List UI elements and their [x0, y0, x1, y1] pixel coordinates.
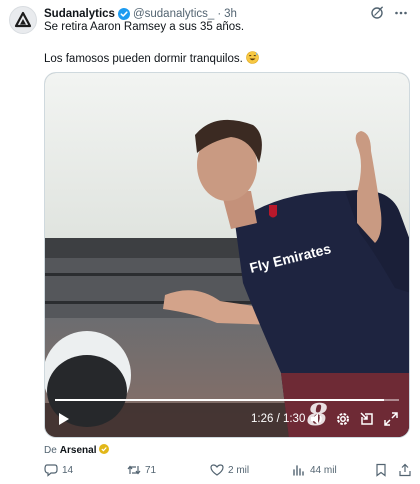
share-icon — [399, 463, 411, 477]
video-source: De Arsenal — [44, 444, 110, 457]
video-player[interactable]: Fly Emirates 1:26 / 1:30 8 — [44, 72, 410, 438]
reply-count: 14 — [62, 464, 74, 476]
post-time[interactable]: 3h — [224, 8, 237, 20]
sweat-smile-emoji-icon — [246, 51, 259, 67]
tweet-text-line-2: Los famosos pueden dormir tranquilos. — [44, 51, 259, 67]
grok-icon[interactable] — [370, 4, 384, 23]
verified-badge-icon — [117, 8, 130, 20]
share-button[interactable] — [398, 461, 412, 479]
tweet-header: Sudanalytics @sudanalytics_ · 3h — [44, 4, 408, 23]
separator-dot: · — [217, 8, 222, 20]
source-name[interactable]: Arsenal — [60, 445, 97, 456]
picture-in-picture-icon[interactable] — [359, 411, 375, 427]
view-count: 44 mil — [310, 464, 337, 476]
video-controls: 1:26 / 1:30 8 — [45, 393, 409, 437]
video-progress-bar[interactable] — [55, 399, 399, 401]
author-handle[interactable]: @sudanalytics_ — [133, 8, 214, 20]
like-button[interactable]: 2 mil — [210, 461, 249, 479]
tweet-text-line-2-content: Los famosos pueden dormir tranquilos. — [44, 53, 243, 65]
reply-icon — [44, 464, 58, 477]
settings-gear-icon[interactable] — [335, 411, 351, 427]
gold-verified-badge-icon — [99, 444, 110, 457]
volume-icon[interactable] — [309, 411, 325, 427]
video-frame: Fly Emirates — [45, 73, 409, 437]
sudanalytics-logo-icon — [14, 11, 32, 28]
author-avatar[interactable] — [9, 6, 37, 34]
play-icon[interactable] — [55, 411, 71, 427]
source-prefix: De — [44, 445, 57, 456]
video-time: 1:26 / 1:30 — [251, 413, 306, 425]
heart-icon — [210, 464, 224, 476]
tweet-text-line-1: Se retira Aaron Ramsey a sus 35 años. — [44, 21, 245, 33]
more-options-icon[interactable] — [394, 6, 408, 23]
video-progress-fill — [55, 399, 384, 401]
tweet-actions: 14 71 2 mil 44 mil — [44, 461, 411, 479]
views-button[interactable]: 44 mil — [292, 461, 337, 479]
reply-button[interactable]: 14 — [44, 461, 73, 479]
author-name[interactable]: Sudanalytics — [44, 8, 115, 20]
repost-button[interactable]: 71 — [127, 461, 156, 479]
views-chart-icon — [293, 465, 304, 476]
fullscreen-icon[interactable] — [383, 411, 399, 427]
repost-count: 71 — [145, 464, 157, 476]
bookmark-button[interactable] — [374, 461, 388, 479]
repost-icon — [127, 465, 141, 475]
like-count: 2 mil — [228, 464, 250, 476]
bookmark-icon — [376, 463, 386, 477]
